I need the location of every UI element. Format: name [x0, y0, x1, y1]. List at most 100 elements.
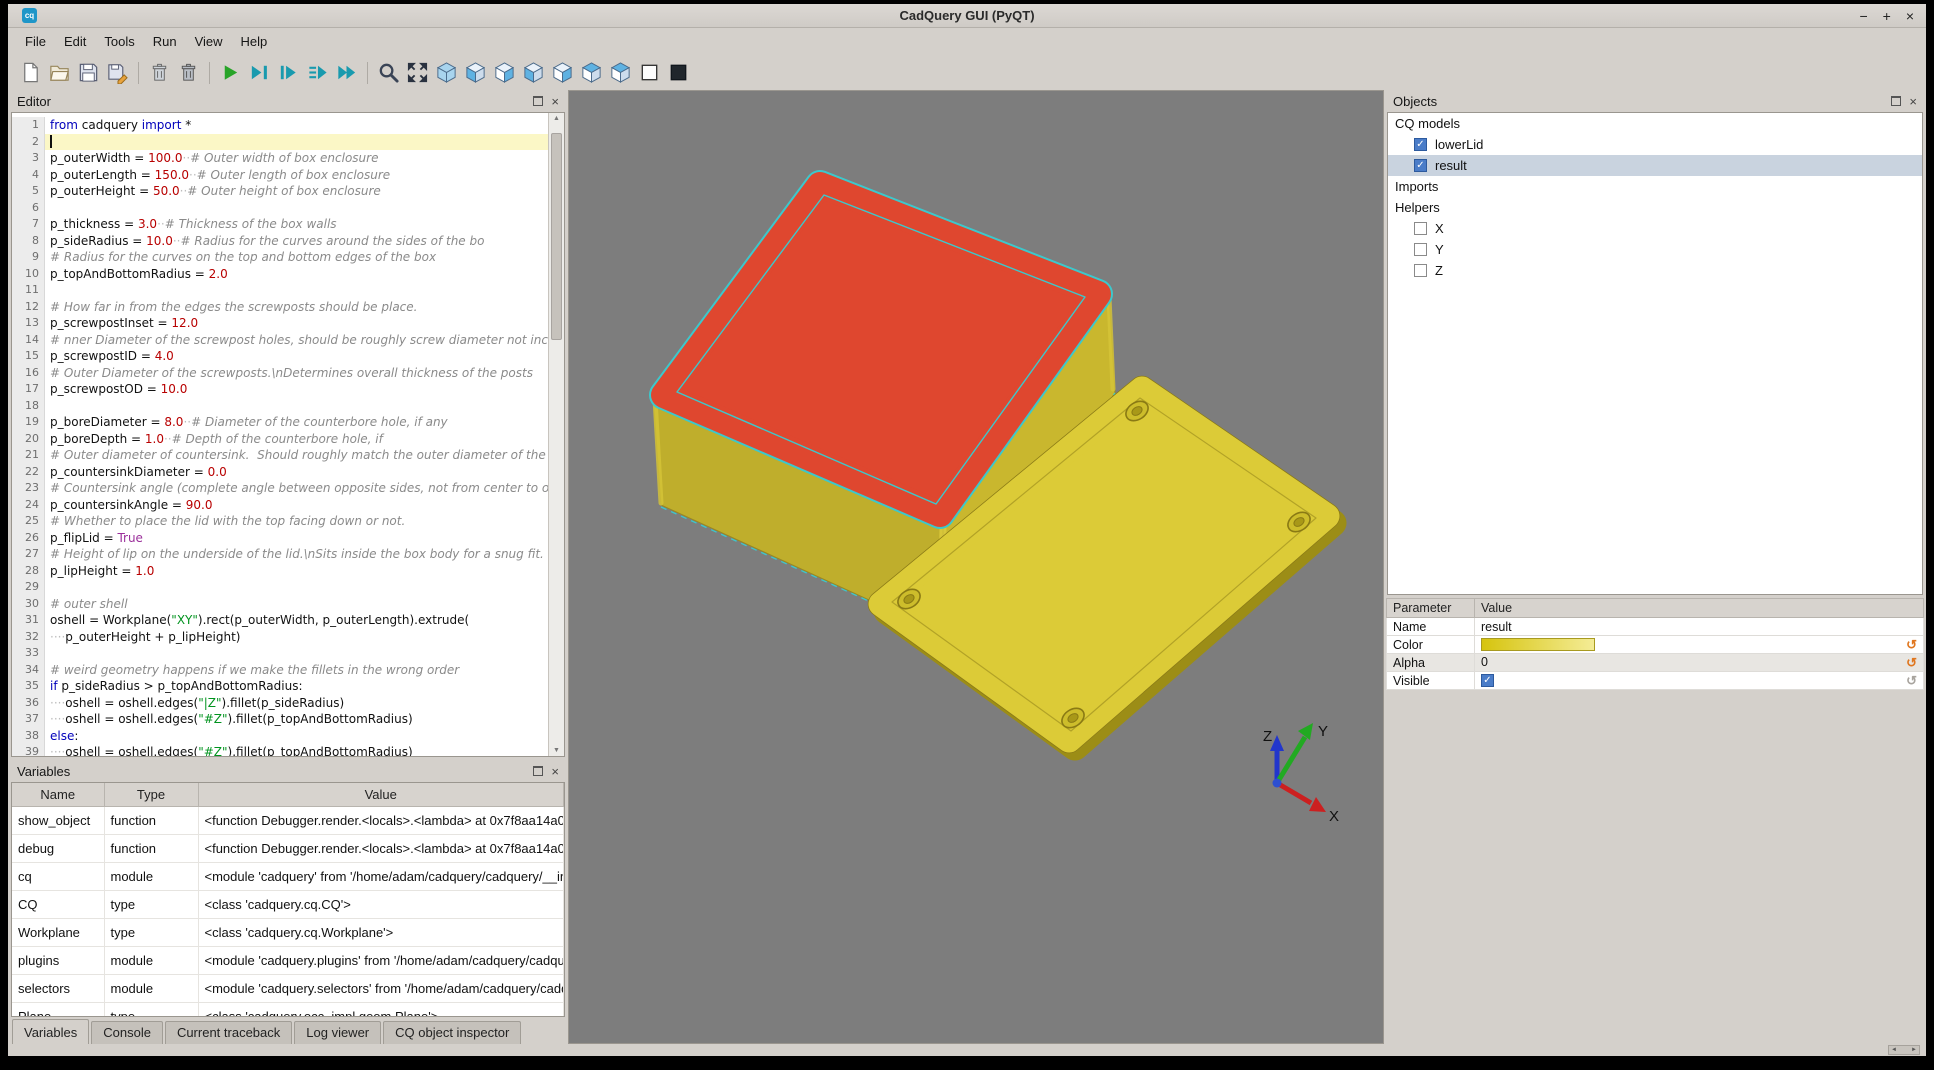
variables-column-header[interactable]: Value — [198, 783, 564, 807]
back-view-icon[interactable] — [492, 60, 517, 85]
code-line[interactable]: 34# weird geometry happens if we make th… — [12, 662, 549, 679]
code-line[interactable]: 6 — [12, 200, 549, 217]
save-icon[interactable] — [76, 60, 101, 85]
properties-column-header[interactable]: Parameter — [1387, 599, 1475, 618]
scroll-right-icon[interactable]: ► — [1911, 1047, 1917, 1053]
3d-viewport[interactable]: Z Y X — [568, 90, 1384, 1044]
code-line[interactable]: 9# Radius for the curves on the top and … — [12, 249, 549, 266]
float-panel-icon[interactable] — [533, 96, 543, 106]
tree-item-helpers[interactable]: Helpers — [1388, 197, 1922, 218]
reset-icon[interactable]: ↺ — [1906, 673, 1917, 688]
code-line[interactable]: 15p_screwpostID = 4.0 — [12, 348, 549, 365]
fit-all-icon[interactable] — [405, 60, 430, 85]
code-line[interactable]: 31oshell = Workplane("XY").rect(p_outerW… — [12, 612, 549, 629]
tree-item-z[interactable]: Z — [1388, 260, 1922, 281]
scroll-down-icon[interactable]: ▼ — [549, 747, 564, 754]
close-button[interactable]: × — [1906, 8, 1914, 24]
code-line[interactable]: 5p_outerHeight = 50.0··# Outer height of… — [12, 183, 549, 200]
checked-checkbox[interactable]: ✓ — [1414, 138, 1427, 151]
scroll-left-icon[interactable]: ◄ — [1891, 1047, 1897, 1053]
close-panel-icon[interactable]: × — [551, 765, 559, 778]
tab-cq-object-inspector[interactable]: CQ object inspector — [383, 1021, 521, 1044]
menu-view[interactable]: View — [186, 31, 232, 52]
code-line[interactable]: 22p_countersinkDiameter = 0.0 — [12, 464, 549, 481]
tree-item-x[interactable]: X — [1388, 218, 1922, 239]
close-panel-icon[interactable]: × — [551, 95, 559, 108]
menu-help[interactable]: Help — [232, 31, 277, 52]
properties-column-header[interactable]: Value — [1475, 599, 1924, 618]
step-over-icon[interactable] — [276, 60, 301, 85]
table-row[interactable]: pluginsmodule<module 'cadquery.plugins' … — [12, 947, 564, 975]
variables-column-header[interactable]: Type — [104, 783, 198, 807]
property-row-color[interactable]: Color↺ — [1387, 636, 1924, 654]
menu-tools[interactable]: Tools — [95, 31, 143, 52]
table-row[interactable]: debugfunction<function Debugger.render.<… — [12, 835, 564, 863]
code-line[interactable]: 21# Outer diameter of countersink. Shoul… — [12, 447, 549, 464]
code-line[interactable]: 18 — [12, 398, 549, 415]
tab-current-traceback[interactable]: Current traceback — [165, 1021, 292, 1044]
code-line[interactable]: 7p_thickness = 3.0··# Thickness of the b… — [12, 216, 549, 233]
front-view-icon[interactable] — [463, 60, 488, 85]
code-line[interactable]: 38else: — [12, 728, 549, 745]
top-view-icon[interactable] — [579, 60, 604, 85]
code-line[interactable]: 37····oshell = oshell.edges("#Z").fillet… — [12, 711, 549, 728]
code-line[interactable]: 11 — [12, 282, 549, 299]
property-row-alpha[interactable]: Alpha0↺ — [1387, 654, 1924, 672]
tab-variables[interactable]: Variables — [12, 1019, 89, 1044]
tree-item-cq-models[interactable]: CQ models — [1388, 113, 1922, 134]
reset-icon[interactable]: ↺ — [1906, 655, 1917, 670]
code-line[interactable]: 2 — [12, 134, 549, 151]
property-row-visible[interactable]: Visible✓↺ — [1387, 672, 1924, 690]
scroll-up-icon[interactable]: ▲ — [549, 115, 564, 122]
code-line[interactable]: 29 — [12, 579, 549, 596]
code-line[interactable]: 4p_outerLength = 150.0··# Outer length o… — [12, 167, 549, 184]
square-filled-icon[interactable] — [666, 60, 691, 85]
unchecked-checkbox[interactable] — [1414, 222, 1427, 235]
tree-item-imports[interactable]: Imports — [1388, 176, 1922, 197]
open-folder-icon[interactable] — [47, 60, 72, 85]
menu-edit[interactable]: Edit — [55, 31, 95, 52]
tree-item-lowerlid[interactable]: ✓lowerLid — [1388, 134, 1922, 155]
code-editor[interactable]: 1from cadquery import *23p_outerWidth = … — [11, 112, 565, 757]
table-row[interactable]: cqmodule<module 'cadquery' from '/home/a… — [12, 863, 564, 891]
code-line[interactable]: 32····p_outerHeight + p_lipHeight) — [12, 629, 549, 646]
continue-icon[interactable] — [334, 60, 359, 85]
property-value[interactable]: ↺ — [1475, 636, 1924, 654]
bottom-view-icon[interactable] — [608, 60, 633, 85]
minimize-button[interactable]: − — [1859, 8, 1867, 24]
table-row[interactable]: Workplanetype<class 'cadquery.cq.Workpla… — [12, 919, 564, 947]
property-row-name[interactable]: Nameresult — [1387, 618, 1924, 636]
code-line[interactable]: 3p_outerWidth = 100.0··# Outer width of … — [12, 150, 549, 167]
code-line[interactable]: 12# How far in from the edges the screwp… — [12, 299, 549, 316]
menu-file[interactable]: File — [16, 31, 55, 52]
editor-scrollbar[interactable]: ▲ ▼ — [548, 113, 564, 756]
code-line[interactable]: 19p_boreDiameter = 8.0··# Diameter of th… — [12, 414, 549, 431]
tree-item-result[interactable]: ✓result — [1388, 155, 1922, 176]
code-line[interactable]: 27# Height of lip on the underside of th… — [12, 546, 549, 563]
unchecked-checkbox[interactable] — [1414, 264, 1427, 277]
color-swatch[interactable] — [1481, 638, 1595, 651]
mini-scrollbar[interactable]: ◄ ► — [1888, 1045, 1920, 1055]
table-row[interactable]: selectorsmodule<module 'cadquery.selecto… — [12, 975, 564, 1003]
trash-icon[interactable] — [176, 60, 201, 85]
close-panel-icon[interactable]: × — [1909, 95, 1917, 108]
code-line[interactable]: 24p_countersinkAngle = 90.0 — [12, 497, 549, 514]
code-line[interactable]: 20p_boreDepth = 1.0··# Depth of the coun… — [12, 431, 549, 448]
code-line[interactable]: 39····oshell = oshell.edges("#Z").fillet… — [12, 744, 549, 756]
variables-column-header[interactable]: Name — [12, 783, 104, 807]
property-value[interactable]: ✓↺ — [1475, 672, 1924, 690]
tree-item-y[interactable]: Y — [1388, 239, 1922, 260]
code-line[interactable]: 36····oshell = oshell.edges("|Z").fillet… — [12, 695, 549, 712]
code-line[interactable]: 17p_screwpostOD = 10.0 — [12, 381, 549, 398]
debug-icon[interactable] — [247, 60, 272, 85]
tab-console[interactable]: Console — [91, 1021, 163, 1044]
code-line[interactable]: 10p_topAndBottomRadius = 2.0 — [12, 266, 549, 283]
float-panel-icon[interactable] — [1891, 96, 1901, 106]
run-icon[interactable] — [218, 60, 243, 85]
code-line[interactable]: 8p_sideRadius = 10.0··# Radius for the c… — [12, 233, 549, 250]
iso-view-icon[interactable] — [434, 60, 459, 85]
delete-script-icon[interactable] — [147, 60, 172, 85]
checked-checkbox[interactable]: ✓ — [1481, 674, 1494, 687]
new-file-icon[interactable] — [18, 60, 43, 85]
code-line[interactable]: 28p_lipHeight = 1.0 — [12, 563, 549, 580]
